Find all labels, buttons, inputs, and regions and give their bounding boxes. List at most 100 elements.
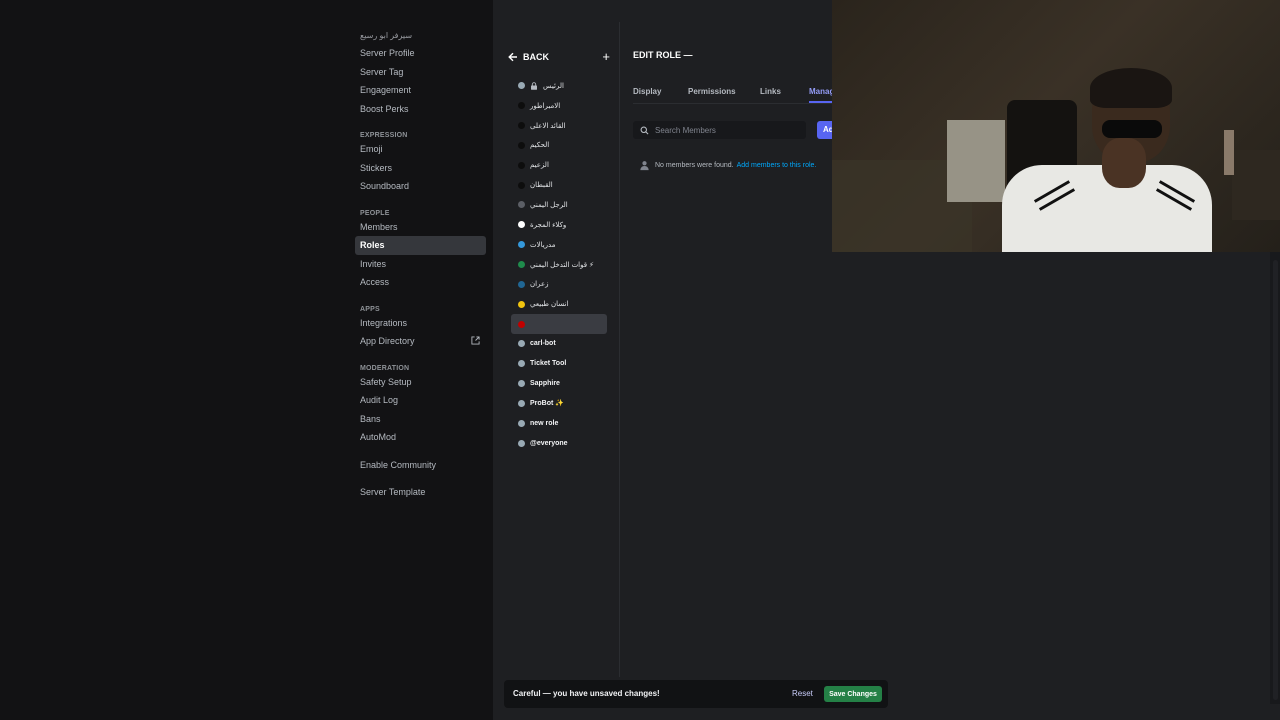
role-item[interactable]: الرئيس	[511, 76, 607, 96]
role-item[interactable]: الحكيم	[511, 136, 607, 156]
role-item[interactable]: مدريالات	[511, 235, 607, 255]
sidebar-item-invites[interactable]: Invites	[355, 255, 486, 274]
role-name: @everyone	[530, 439, 568, 447]
role-color-dot	[518, 360, 525, 368]
role-color-dot	[518, 122, 525, 130]
role-color-dot	[518, 181, 525, 189]
role-item[interactable]: زعران	[511, 274, 607, 294]
sidebar-section-moderation: MODERATION	[360, 364, 410, 372]
back-label: BACK	[523, 52, 549, 62]
role-item[interactable]: ProBot ✨	[511, 394, 607, 414]
edit-role-tabs: Display Permissions Links Manag	[633, 87, 832, 103]
sidebar-item-soundboard[interactable]: Soundboard	[355, 177, 486, 196]
sidebar-item-bans[interactable]: Bans	[355, 410, 486, 429]
role-name: الامبراطور	[530, 102, 561, 110]
webcam-whiteboard	[947, 120, 1005, 202]
role-name: القبطان	[530, 182, 553, 190]
role-name: new role	[530, 419, 559, 427]
server-name: سيرفر ابو رسيع	[360, 31, 413, 40]
external-link-icon	[471, 336, 480, 345]
role-color-dot	[518, 399, 525, 407]
tab-manage-members[interactable]: Manag	[809, 87, 832, 96]
sidebar-item-roles[interactable]: Roles	[355, 236, 486, 255]
webcam-sunglasses	[1102, 120, 1162, 138]
sidebar-item-stickers[interactable]: Stickers	[355, 159, 486, 178]
role-item[interactable]: carl-bot	[511, 334, 607, 354]
role-name: زعران	[530, 281, 549, 289]
roles-list: الرئيس الامبراطور القائد الاعلى الحكيم الزعي…	[511, 76, 607, 453]
add-members-link[interactable]: Add members to this role.	[737, 162, 817, 169]
role-item[interactable]: وكلاء المجرة	[511, 215, 607, 235]
empty-members-text: No members were found.	[655, 161, 734, 169]
tabs-divider	[633, 103, 832, 104]
role-color-dot	[518, 419, 525, 427]
sidebar-item-server-template[interactable]: Server Template	[355, 483, 486, 502]
sidebar-section-apps: APPS	[360, 305, 380, 313]
role-item[interactable]: القبطان	[511, 175, 607, 195]
panel-divider	[619, 22, 620, 677]
settings-sidebar: سيرفر ابو رسيع Server Profile Server Tag…	[0, 0, 493, 720]
lock-icon	[531, 82, 537, 90]
unsaved-changes-bar: Careful — you have unsaved changes! Rese…	[504, 680, 888, 708]
sidebar-item-app-directory[interactable]: App Directory	[355, 332, 486, 351]
tab-permissions[interactable]: Permissions	[688, 87, 736, 96]
edit-role-title: EDIT ROLE —	[633, 50, 693, 60]
role-name: الزعيم	[530, 162, 549, 170]
sidebar-item-engagement[interactable]: Engagement	[355, 81, 486, 100]
role-item[interactable]	[511, 314, 607, 334]
role-name: وكلاء المجرة	[530, 221, 567, 229]
role-name: قوات التدخل اليمني ⚡	[530, 261, 594, 269]
role-item[interactable]: new role	[511, 413, 607, 433]
sidebar-item-members[interactable]: Members	[355, 218, 486, 237]
scrollbar-thumb[interactable]	[1273, 260, 1278, 700]
role-color-dot	[518, 439, 525, 447]
role-name: carl-bot	[530, 340, 556, 348]
role-item[interactable]: الرجل اليمني	[511, 195, 607, 215]
create-role-button[interactable]: +	[602, 49, 610, 65]
roles-header: BACK +	[508, 49, 610, 65]
role-item[interactable]: القائد الاعلى	[511, 116, 607, 136]
tab-display[interactable]: Display	[633, 87, 661, 96]
tab-links[interactable]: Links	[760, 87, 781, 96]
role-color-dot	[518, 261, 525, 269]
role-item[interactable]: @everyone	[511, 433, 607, 453]
role-name: Ticket Tool	[530, 360, 567, 368]
back-button[interactable]: BACK	[508, 49, 549, 65]
sidebar-item-emoji[interactable]: Emoji	[355, 140, 486, 159]
role-color-dot	[518, 102, 525, 110]
add-members-label: Ad	[823, 125, 832, 134]
role-name: Sapphire	[530, 380, 560, 388]
role-name: ProBot ✨	[530, 400, 564, 408]
sidebar-item-access[interactable]: Access	[355, 273, 486, 292]
reset-button[interactable]: Reset	[792, 689, 813, 698]
sidebar-item-boost-perks[interactable]: Boost Perks	[355, 100, 486, 119]
role-item[interactable]: Sapphire	[511, 374, 607, 394]
role-color-dot	[518, 380, 525, 388]
role-color-dot	[518, 241, 525, 249]
empty-members-state: No members were found. Add members to th…	[639, 158, 816, 172]
arrow-left-icon	[508, 52, 517, 62]
sidebar-item-audit-log[interactable]: Audit Log	[355, 391, 486, 410]
role-name: الرئيس	[543, 82, 564, 90]
sidebar-item-server-profile[interactable]: Server Profile	[355, 44, 486, 63]
role-item[interactable]: Ticket Tool	[511, 354, 607, 374]
add-members-button[interactable]: Ad	[817, 121, 832, 139]
sidebar-item-automod[interactable]: AutoMod	[355, 428, 486, 447]
role-name: القائد الاعلى	[530, 122, 566, 130]
sidebar-item-enable-community[interactable]: Enable Community	[355, 456, 486, 475]
role-color-dot	[518, 141, 525, 149]
save-changes-button[interactable]: Save Changes	[824, 686, 882, 702]
search-members-box[interactable]	[633, 121, 806, 139]
sidebar-nav: سيرفر ابو رسيع Server Profile Server Tag…	[355, 28, 486, 502]
role-name: مدريالات	[530, 241, 556, 249]
sidebar-item-integrations[interactable]: Integrations	[355, 314, 486, 333]
search-members-input[interactable]	[655, 125, 800, 135]
role-name: الرجل اليمني	[530, 201, 568, 209]
sidebar-item-server-tag[interactable]: Server Tag	[355, 63, 486, 82]
sidebar-item-safety-setup[interactable]: Safety Setup	[355, 373, 486, 392]
role-item[interactable]: قوات التدخل اليمني ⚡	[511, 255, 607, 275]
role-color-dot	[518, 300, 525, 308]
role-item[interactable]: الامبراطور	[511, 96, 607, 116]
role-item[interactable]: الزعيم	[511, 155, 607, 175]
role-item[interactable]: انسان طبيعي	[511, 294, 607, 314]
